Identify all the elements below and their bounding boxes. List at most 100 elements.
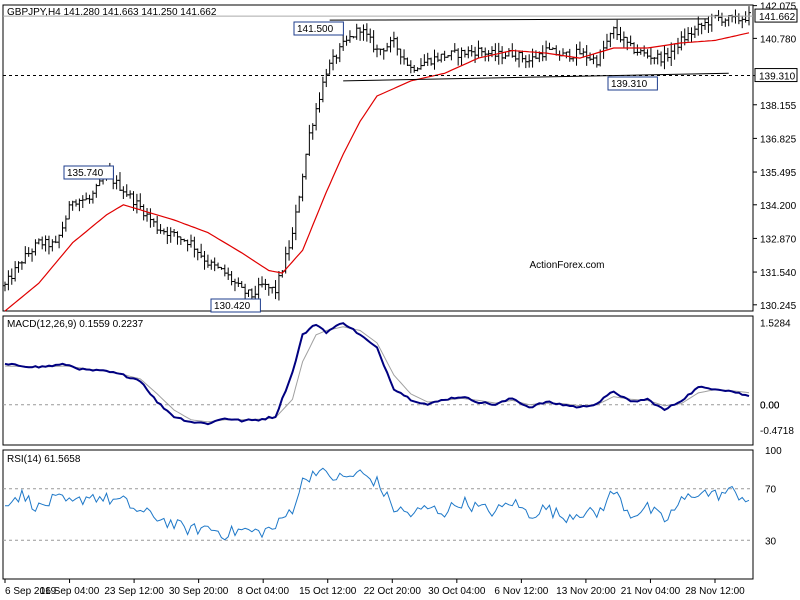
price-bar (3, 281, 7, 292)
price-bar (23, 246, 28, 264)
low-annotation: 130.420 (214, 301, 251, 312)
chart-root: ActionForex.comGBPJPY,H4 141.280 141.663… (2, 2, 798, 597)
y-tick-label: 136.825 (760, 134, 797, 145)
x-tick-label: 8 Oct 04:00 (237, 586, 289, 597)
price-bar (13, 261, 18, 282)
price-bar (202, 250, 207, 270)
price-bar (327, 59, 332, 75)
price-bar (9, 268, 14, 285)
price-bar (192, 236, 197, 258)
price-bar (719, 12, 724, 27)
macd-macd-line (4, 322, 750, 426)
current-price-label: 141.662 (759, 12, 796, 23)
swing-annotation: 135.740 (67, 168, 104, 179)
price-bar (40, 236, 45, 250)
price-bar (500, 46, 505, 65)
price-bar (679, 31, 684, 51)
price-bar (158, 224, 163, 234)
price-bar (645, 49, 650, 59)
price-bar (324, 68, 329, 88)
price-bar (361, 24, 366, 41)
x-tick-label: 13 Nov 20:00 (556, 586, 616, 597)
macd-title: MACD(12,26,9) 0.1559 0.2237 (7, 319, 144, 330)
lower-trendline (343, 72, 729, 82)
price-bar (391, 31, 396, 48)
price-bar (232, 278, 237, 292)
y-tick-label: 130.245 (760, 301, 797, 312)
panel-frame-rsi (2, 449, 754, 580)
price-bar (736, 13, 741, 25)
price-bar (699, 22, 704, 35)
price-bars (3, 6, 751, 305)
macd-y-tick: 1.5284 (760, 319, 791, 330)
price-bar (561, 48, 565, 57)
price-bar (212, 257, 217, 272)
price-bar (429, 57, 434, 66)
price-bar (469, 45, 474, 57)
price-bar (435, 52, 440, 63)
price-bar (300, 173, 305, 202)
price-bar (175, 231, 180, 245)
y-tick-label: 135.495 (760, 168, 797, 179)
price-bar (151, 218, 156, 227)
price-bar (364, 23, 369, 42)
rsi-y-tick: 30 (765, 536, 777, 547)
rsi-y-tick: 100 (765, 446, 782, 457)
price-bar (442, 50, 447, 61)
y-tick-label: 140.780 (760, 34, 797, 45)
price-bar (456, 48, 461, 66)
price-bar (260, 276, 265, 288)
watermark: ActionForex.com (529, 260, 604, 271)
price-bar (726, 15, 731, 27)
price-bar (611, 26, 616, 39)
price-bar (30, 248, 35, 262)
price-bar (290, 227, 295, 250)
price-bar (287, 240, 292, 261)
price-bar (168, 227, 173, 243)
price-bar (567, 48, 572, 62)
price-bar (117, 172, 122, 192)
price-bar (476, 40, 481, 59)
price-bar (63, 215, 68, 232)
price-bar (354, 23, 359, 40)
price-bar (388, 36, 393, 53)
price-bar (648, 47, 653, 65)
price-bar (148, 208, 153, 228)
price-bar (314, 103, 319, 131)
price-bar (381, 47, 386, 60)
price-bar (601, 40, 606, 59)
x-tick-label: 15 Oct 12:00 (299, 586, 357, 597)
price-bar (591, 53, 596, 65)
price-bar (320, 76, 325, 103)
price-bar (43, 235, 48, 252)
price-bar (395, 36, 400, 56)
price-bar (402, 49, 407, 65)
price-bar (273, 280, 278, 300)
price-bar (574, 44, 579, 66)
price-bar (439, 53, 444, 63)
price-bar (642, 45, 647, 57)
x-tick-label: 6 Nov 12:00 (494, 586, 548, 597)
price-bar (67, 201, 72, 220)
price-bar (307, 124, 312, 156)
price-bar (358, 27, 363, 41)
price-bar (80, 195, 85, 208)
price-bar (33, 239, 38, 256)
price-bar (449, 50, 454, 61)
price-bar (60, 221, 65, 238)
rsi-line (4, 467, 750, 541)
price-bar (317, 92, 322, 113)
rsi-y-tick: 70 (765, 485, 777, 496)
panel-frame-macd (2, 315, 754, 446)
price-bar (615, 19, 620, 40)
price-bar (659, 51, 664, 67)
price-bar (222, 264, 227, 277)
price-bar (293, 204, 298, 241)
price-bar (628, 35, 633, 47)
price-bar (121, 186, 126, 200)
price-bar (6, 270, 11, 291)
price-bar (689, 27, 694, 43)
price-bar (462, 49, 467, 58)
price-bar (337, 43, 342, 63)
price-bar (635, 44, 640, 56)
